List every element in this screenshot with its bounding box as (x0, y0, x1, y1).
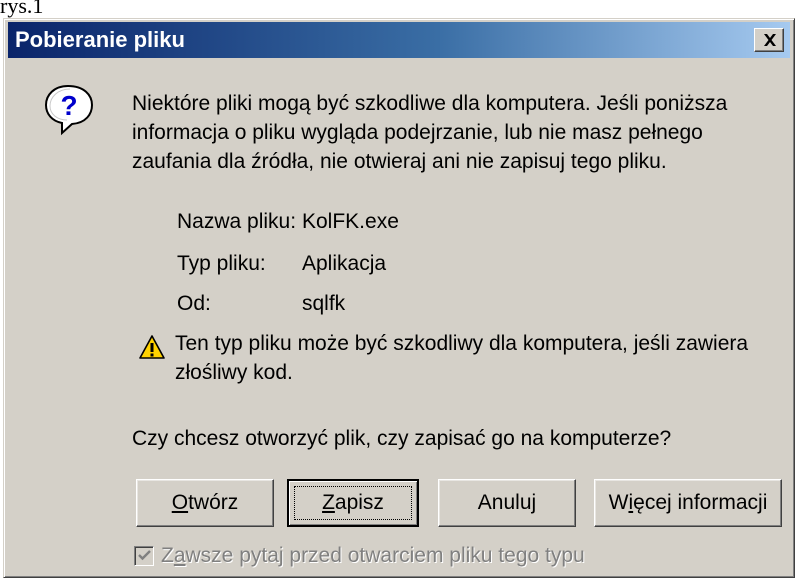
always-ask-mnemonic: a (173, 544, 186, 567)
more-info-label-start: W (608, 491, 629, 514)
svg-text:?: ? (60, 90, 77, 121)
cancel-label: Anuluj (477, 491, 537, 514)
warning-line: zaufania dla źródła, nie otwieraj ani ni… (132, 150, 667, 173)
title-bar[interactable]: Pobieranie pliku (8, 22, 790, 58)
warning-paragraph: Niektóre pliki mogą być szkodliwe dla ko… (132, 89, 727, 176)
always-ask-label-end: wsze pytaj przed otwarciem pliku tego ty… (185, 544, 585, 567)
open-label: twórz (188, 491, 239, 514)
file-source-label: Od: (177, 292, 211, 315)
warning-line: informacja o pliku wygląda podejrzanie, … (132, 121, 703, 144)
check-icon (138, 550, 151, 561)
caution-line: złośliwy kod. (175, 361, 293, 384)
always-ask-label: Zawsze pytaj przed otwarciem pliku tego … (161, 541, 585, 571)
open-button[interactable]: Otwórz (136, 479, 274, 527)
file-type-label: Typ pliku: (177, 252, 266, 275)
caution-text: Ten typ pliku może być szkodliwy dla kom… (175, 329, 748, 387)
close-icon (764, 34, 776, 46)
warning-line: Niektóre pliki mogą być szkodliwe dla ko… (132, 92, 728, 115)
warning-icon (139, 335, 165, 359)
always-ask-checkbox[interactable] (134, 546, 154, 566)
close-button[interactable] (754, 28, 784, 52)
cancel-button[interactable]: Anuluj (438, 479, 576, 527)
screen: rys.1 Pobieranie pliku ? Niektóre pliki … (0, 0, 798, 580)
figure-caption: rys.1 (0, 0, 44, 18)
more-info-button[interactable]: Więcej informacji (594, 479, 782, 527)
always-ask-label-start: Z (161, 544, 174, 567)
download-dialog: Pobieranie pliku ? Niektóre pliki mogą b… (3, 18, 795, 578)
save-button[interactable]: Zapisz (287, 479, 419, 527)
file-type-value: Aplikacja (302, 252, 387, 275)
question-text: Czy chcesz otworzyć plik, czy zapisać go… (132, 427, 672, 450)
file-source-value: sqlfk (302, 292, 346, 315)
more-info-label-end: ęcej informacji (633, 491, 768, 514)
caution-line: Ten typ pliku może być szkodliwy dla kom… (175, 332, 749, 355)
dialog-title: Pobieranie pliku (15, 27, 185, 52)
open-mnemonic: O (171, 491, 189, 514)
file-name-value: KolFK.exe (302, 210, 399, 233)
question-icon: ? (44, 84, 94, 136)
file-name-label: Nazwa pliku: (177, 210, 297, 233)
focus-ring (294, 486, 412, 520)
